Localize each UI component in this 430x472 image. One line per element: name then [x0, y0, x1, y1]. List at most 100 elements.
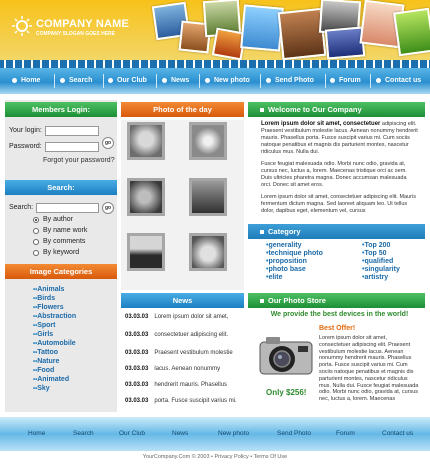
category-link-flowers[interactable]: Flowers: [33, 304, 63, 311]
sun-logo-icon: [12, 16, 32, 36]
category-link-automobile[interactable]: Automobile: [33, 340, 76, 347]
company-slogan: COMPANY SLOGAN GOES HERE: [36, 31, 115, 37]
photo-thumb[interactable]: [127, 122, 165, 160]
header: COMPANY NAME COMPANY SLOGAN GOES HERE: [0, 0, 430, 62]
bullet-icon: [60, 77, 65, 83]
login-go-button[interactable]: go: [102, 137, 114, 149]
middle-column: Photo of the day News 03.03.03 Lorem ipsu…: [121, 100, 244, 412]
photo-store-header: Our Photo Store: [248, 293, 425, 308]
search-input[interactable]: [36, 203, 99, 213]
news-item[interactable]: 03.03.03 lacus. Aenean nonummy: [125, 366, 220, 372]
members-login-header: Members Login:: [5, 102, 117, 117]
best-offer-label: Best Offer!: [319, 325, 356, 332]
search-option-label: By comments: [43, 238, 86, 245]
news-header: News: [121, 293, 244, 308]
category-link[interactable]: proposition: [266, 258, 307, 265]
nav-item-contact-us[interactable]: Contact us: [376, 68, 421, 94]
footer-link-new-photo[interactable]: New photo: [218, 430, 249, 437]
bullet-icon: [376, 77, 381, 83]
image-categories-header: Image Categories: [5, 264, 117, 279]
category-link-girls[interactable]: Girls: [33, 331, 53, 338]
category-header: Category: [248, 224, 425, 239]
category-link[interactable]: generality: [266, 242, 301, 249]
search-option-author-radio[interactable]: [33, 217, 39, 223]
password-label: Password:: [9, 143, 42, 150]
category-link-tattoo[interactable]: Tattoo: [33, 349, 58, 356]
news-item[interactable]: 03.03.03 consectetuer adipiscing elit.: [125, 332, 228, 338]
bullet-icon: [266, 77, 271, 83]
film-strip-divider: [0, 60, 430, 68]
nav-item-forum[interactable]: Forum: [330, 68, 361, 94]
footer-nav: Home Search Our Club News New photo Send…: [0, 417, 430, 451]
photo-grid: [121, 120, 244, 290]
copyright-text: YourCompany.Com © 2003 • Privacy Policy …: [142, 454, 288, 460]
news-item[interactable]: 03.03.03 Praesent vestibulum molestie: [125, 350, 233, 356]
photo-thumb[interactable]: [127, 233, 165, 271]
welcome-header: Welcome to Our Company: [248, 102, 425, 117]
footer-link-our-club[interactable]: Our Club: [119, 430, 145, 437]
category-link-animals[interactable]: Animals: [33, 286, 64, 293]
company-name: COMPANY NAME: [36, 18, 130, 30]
search-option-label: By name work: [43, 227, 88, 234]
login-label: Your login:: [9, 127, 42, 134]
category-link[interactable]: Top 200: [362, 242, 390, 249]
category-link-birds[interactable]: Birds: [33, 295, 55, 302]
search-header: Search:: [5, 180, 117, 195]
category-link[interactable]: qualified: [362, 258, 393, 265]
category-link-animated[interactable]: Animated: [33, 376, 69, 383]
right-column: Welcome to Our Company Lorem ipsum dolor…: [248, 100, 425, 412]
photo-of-day-header: Photo of the day: [121, 102, 244, 117]
forgot-password-link[interactable]: Forgot your password?: [43, 157, 115, 164]
camera-icon[interactable]: [258, 334, 314, 378]
category-link[interactable]: photo base: [266, 266, 305, 273]
nav-item-home[interactable]: Home: [12, 68, 40, 94]
news-item[interactable]: 03.03.03 hendrerit mauris. Phasellus: [125, 382, 227, 388]
nav-item-send-photo[interactable]: Send Photo: [266, 68, 314, 94]
main-nav: Home Search Our Club News New photo Send…: [0, 68, 430, 94]
footer-link-home[interactable]: Home: [28, 430, 45, 437]
search-option-keyword-radio[interactable]: [33, 250, 39, 256]
price-label: Only $256!: [266, 388, 307, 397]
welcome-paragraph-3: Lorem ipsum dolor sit amet, consectetuer…: [261, 194, 416, 214]
category-link[interactable]: elite: [266, 274, 282, 281]
bullet-icon: [330, 77, 335, 83]
search-option-name-radio[interactable]: [33, 228, 39, 234]
category-link[interactable]: artistry: [362, 274, 388, 281]
footer-link-forum[interactable]: Forum: [336, 430, 355, 437]
category-link-sky[interactable]: Sky: [33, 385, 49, 392]
store-description: Lorem ipsum dolor sit amet, consectetuer…: [319, 335, 419, 403]
search-go-button[interactable]: go: [102, 202, 114, 214]
photo-thumb[interactable]: [189, 233, 227, 271]
category-link-abstraction[interactable]: Abstraction: [33, 313, 76, 320]
footer-link-news[interactable]: News: [172, 430, 188, 437]
password-input[interactable]: [45, 142, 99, 152]
login-input[interactable]: [45, 126, 99, 136]
footer-link-send-photo[interactable]: Send Photo: [277, 430, 311, 437]
search-option-label: By keyword: [43, 249, 80, 256]
search-option-comments-radio[interactable]: [33, 239, 39, 245]
nav-item-search[interactable]: Search: [60, 68, 92, 94]
category-link[interactable]: singularity: [362, 266, 399, 273]
news-item[interactable]: 03.03.03 porta. Fusce suscipit varius mi.: [125, 398, 237, 404]
search-option-label: By author: [43, 216, 73, 223]
nav-item-new-photo[interactable]: New photo: [205, 68, 250, 94]
category-link-sport[interactable]: Sport: [33, 322, 55, 329]
bullet-icon: [205, 77, 210, 83]
category-link-nature[interactable]: Nature: [33, 358, 59, 365]
footer-link-contact-us[interactable]: Contact us: [382, 430, 413, 437]
nav-item-news[interactable]: News: [162, 68, 189, 94]
category-link[interactable]: technique photo: [266, 250, 322, 257]
footer-link-search[interactable]: Search: [73, 430, 94, 437]
left-column: Members Login: Your login: Password: go …: [5, 100, 117, 412]
news-item[interactable]: 03.03.03 Lorem ipsum dolor sit amet,: [125, 314, 228, 320]
photo-thumb[interactable]: [189, 178, 227, 216]
photo-thumb[interactable]: [189, 122, 227, 160]
photo-thumb[interactable]: [127, 178, 165, 216]
bullet-icon: [108, 77, 113, 83]
bullet-icon: [162, 77, 167, 83]
bullet-icon: [12, 77, 17, 83]
category-link-food[interactable]: Food: [33, 367, 54, 374]
nav-item-our-club[interactable]: Our Club: [108, 68, 147, 94]
header-photo-collage: [150, 0, 430, 62]
category-link[interactable]: Top 50: [362, 250, 386, 257]
